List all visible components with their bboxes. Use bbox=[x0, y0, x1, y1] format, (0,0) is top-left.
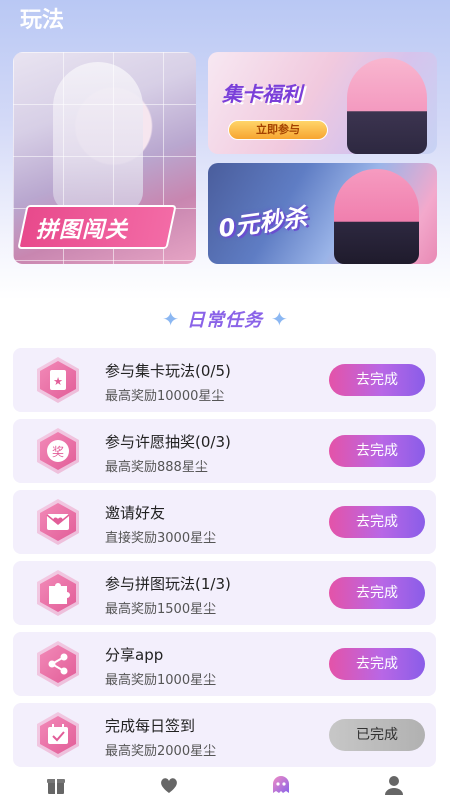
puzzle-piece-icon bbox=[33, 568, 83, 618]
section-title: 日常任务 bbox=[187, 310, 263, 331]
puzzle-banner-label: 拼图闯关 bbox=[36, 218, 129, 243]
flash-sale-banner-title: 0元秒杀 bbox=[216, 202, 309, 244]
card-collect-join-button[interactable]: 立即参与 bbox=[228, 120, 328, 140]
heart-icon bbox=[160, 778, 177, 793]
task-title: 完成每日签到 bbox=[105, 717, 196, 735]
ghost-icon bbox=[273, 776, 290, 793]
task-title: 参与许愿抽奖(0/3) bbox=[105, 433, 231, 451]
page-title: 玩法 bbox=[20, 8, 65, 33]
task-subtitle: 最高奖励2000星尘 bbox=[105, 744, 217, 759]
card-collect-banner-title: 集卡福利 bbox=[222, 82, 302, 106]
task-row: 邀请好友 直接奖励3000星尘 去完成 bbox=[13, 490, 436, 554]
task-row: 参与拼图玩法(1/3) 最高奖励1500星尘 去完成 bbox=[13, 561, 436, 625]
flash-sale-banner[interactable]: 0元秒杀 bbox=[208, 163, 437, 264]
card-collect-banner[interactable]: 集卡福利 立即参与 bbox=[208, 52, 437, 154]
nav-profile[interactable] bbox=[374, 770, 414, 800]
task-done-button[interactable]: 已完成 bbox=[329, 719, 425, 751]
lottery-prize-icon: 奖 bbox=[33, 426, 83, 476]
task-complete-button[interactable]: 去完成 bbox=[329, 506, 425, 538]
task-title: 邀请好友 bbox=[105, 504, 166, 522]
task-subtitle: 最高奖励1000星尘 bbox=[105, 673, 217, 688]
task-complete-button[interactable]: 去完成 bbox=[329, 435, 425, 467]
share-icon bbox=[33, 639, 83, 689]
svg-text:奖: 奖 bbox=[52, 445, 64, 459]
nav-ghost[interactable] bbox=[261, 770, 301, 800]
task-subtitle: 最高奖励10000星尘 bbox=[105, 389, 225, 404]
nav-heart[interactable] bbox=[149, 770, 189, 800]
card-collect-banner-artwork bbox=[347, 58, 427, 154]
calendar-check-icon bbox=[33, 710, 83, 760]
task-title: 分享app bbox=[105, 646, 164, 664]
task-complete-button[interactable]: 去完成 bbox=[329, 577, 425, 609]
bottom-nav bbox=[0, 770, 450, 800]
task-title: 参与拼图玩法(1/3) bbox=[105, 575, 231, 593]
daily-tasks-header: ✦ 日常任务 ✦ bbox=[0, 305, 450, 333]
task-subtitle: 直接奖励3000星尘 bbox=[105, 531, 217, 546]
task-subtitle: 最高奖励888星尘 bbox=[105, 460, 208, 475]
task-complete-button[interactable]: 去完成 bbox=[329, 364, 425, 396]
nav-gift[interactable] bbox=[36, 770, 76, 800]
svg-text:★: ★ bbox=[53, 375, 63, 388]
task-title: 参与集卡玩法(0/5) bbox=[105, 362, 231, 380]
flash-sale-banner-artwork bbox=[334, 169, 419, 264]
task-row: ★ 参与集卡玩法(0/5) 最高奖励10000星尘 去完成 bbox=[13, 348, 436, 412]
invite-envelope-icon bbox=[33, 497, 83, 547]
sparkle-icon: ✦ bbox=[162, 307, 179, 331]
user-icon bbox=[384, 776, 403, 795]
task-subtitle: 最高奖励1500星尘 bbox=[105, 602, 217, 617]
task-row: 奖 参与许愿抽奖(0/3) 最高奖励888星尘 去完成 bbox=[13, 419, 436, 483]
task-complete-button[interactable]: 去完成 bbox=[329, 648, 425, 680]
gift-icon bbox=[47, 779, 66, 794]
card-star-icon: ★ bbox=[33, 355, 83, 405]
sparkle-icon: ✦ bbox=[271, 307, 288, 331]
task-row: 完成每日签到 最高奖励2000星尘 已完成 bbox=[13, 703, 436, 767]
task-row: 分享app 最高奖励1000星尘 去完成 bbox=[13, 632, 436, 696]
